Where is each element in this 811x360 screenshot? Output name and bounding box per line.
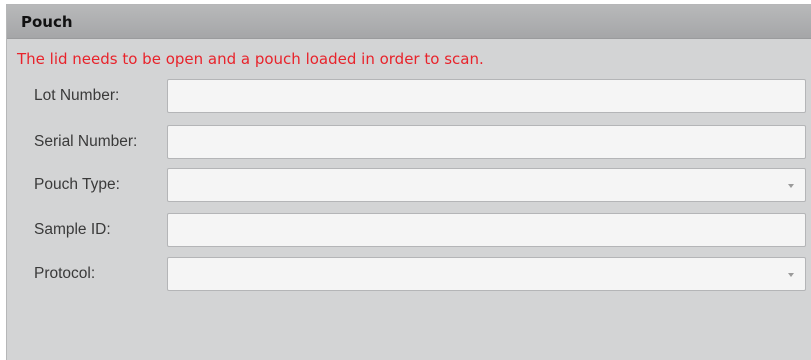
- sample-id-input[interactable]: [167, 213, 806, 247]
- scan-warning-message: The lid needs to be open and a pouch loa…: [17, 50, 484, 68]
- sample-id-row: Sample ID:: [7, 213, 811, 247]
- protocol-select[interactable]: [167, 257, 806, 291]
- lot-number-row: Lot Number:: [7, 79, 811, 113]
- serial-number-label: Serial Number:: [34, 133, 138, 150]
- protocol-label: Protocol:: [34, 265, 96, 282]
- panel-title: Pouch: [7, 5, 811, 39]
- pouch-type-select[interactable]: [167, 168, 806, 202]
- pouch-type-row: Pouch Type:: [7, 168, 811, 202]
- serial-number-row: Serial Number:: [7, 125, 811, 159]
- protocol-row: Protocol:: [7, 257, 811, 291]
- lot-number-input[interactable]: [167, 79, 806, 113]
- chevron-down-icon: [788, 184, 794, 188]
- chevron-down-icon: [788, 273, 794, 277]
- pouch-type-label: Pouch Type:: [34, 176, 120, 193]
- serial-number-input[interactable]: [167, 125, 806, 159]
- lot-number-label: Lot Number:: [34, 87, 120, 104]
- pouch-panel: Pouch The lid needs to be open and a pou…: [6, 4, 811, 360]
- sample-id-label: Sample ID:: [34, 221, 111, 238]
